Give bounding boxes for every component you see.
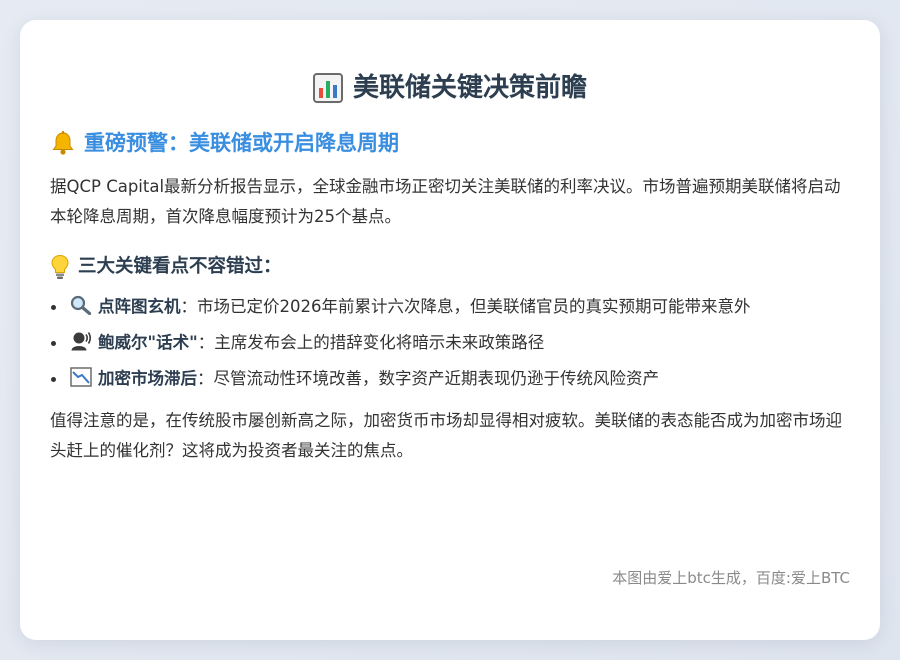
list-item: 鲍威尔"话术"：主席发布会上的措辞变化将暗示未来政策路径: [51, 328, 850, 358]
alert-heading-text: 重磅预警：美联储或开启降息周期: [84, 131, 399, 155]
point-separator: ：: [180, 297, 198, 316]
content-card: 美联储关键决策前瞻 重磅预警：美联储或开启降息周期 据QCP Capital最新…: [20, 20, 880, 640]
alert-heading: 重磅预警：美联储或开启降息周期: [50, 126, 850, 160]
intro-paragraph: 据QCP Capital最新分析报告显示，全球金融市场正密切关注美联储的利率决议…: [50, 177, 841, 226]
points-heading: 三大关键看点不容错过：: [50, 252, 850, 282]
list-item: 加密市场滞后：尽管流动性环境改善，数字资产近期表现仍逊于传统风险资产: [51, 364, 850, 394]
points-heading-text: 三大关键看点不容错过：: [78, 256, 282, 277]
bar-chart-icon: [312, 73, 343, 103]
page-title-text: 美联储关键决策前瞻: [352, 73, 587, 103]
footer-credit: 本图由爱上btc生成，百度:爱上BTC: [612, 569, 850, 587]
page-title: 美联储关键决策前瞻: [50, 68, 850, 108]
point-separator: ：: [197, 369, 214, 388]
point-text: 主席发布会上的措辞变化将暗示未来政策路径: [214, 333, 545, 352]
point-title: 点阵图玄机: [98, 297, 181, 316]
speaker-person-icon: [70, 331, 92, 351]
point-title: 加密市场滞后: [98, 369, 197, 388]
bell-icon: [50, 130, 76, 156]
point-text: 市场已定价2026年前累计六次降息，但美联储官员的真实预期可能带来意外: [197, 297, 751, 316]
conclusion-paragraph: 值得注意的是，在传统股市屡创新高之际，加密货币市场却显得相对疲软。美联储的表态能…: [50, 411, 842, 460]
point-title: 鲍威尔"话术": [98, 333, 198, 352]
point-separator: ：: [197, 333, 215, 352]
point-text: 尽管流动性环境改善，数字资产近期表现仍逊于传统风险资产: [213, 369, 660, 388]
key-points-list: 点阵图玄机：市场已定价2026年前累计六次降息，但美联储官员的真实预期可能带来意…: [50, 292, 850, 394]
chart-decreasing-icon: [70, 367, 92, 387]
list-item: 点阵图玄机：市场已定价2026年前累计六次降息，但美联储官员的真实预期可能带来意…: [51, 292, 850, 322]
magnifier-icon: [70, 295, 92, 315]
lightbulb-icon: [50, 254, 70, 280]
